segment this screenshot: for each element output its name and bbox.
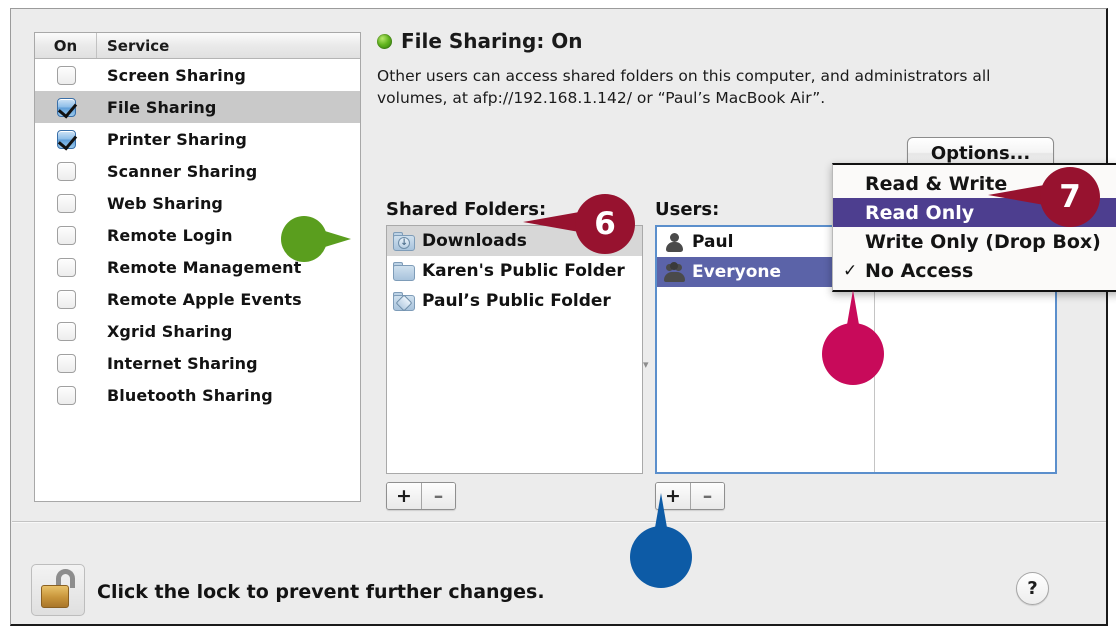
menu-item-label: Read & Write [865,172,1008,195]
menu-item-label: Read Only [865,201,975,224]
checkbox-unchecked-icon[interactable] [56,225,76,245]
service-checkbox-cell[interactable] [35,129,97,149]
service-row[interactable]: Xgrid Sharing [35,315,360,347]
shared-folder-name: Karen's Public Folder [422,261,625,281]
menu-item-write-only-drop-box[interactable]: Write Only (Drop Box) [833,227,1116,256]
callout-blue-pointer [630,493,692,588]
service-checkbox-cell[interactable] [35,65,97,85]
service-checkbox-cell[interactable] [35,257,97,277]
service-name-label: Remote Apple Events [107,289,302,309]
service-row[interactable]: Web Sharing [35,187,360,219]
service-row[interactable]: Scanner Sharing [35,155,360,187]
public-folder-icon [393,291,415,311]
callout-6-label: 6 [575,194,635,254]
downloads-folder-icon: ↓ [393,231,415,251]
users-label: Users: [655,199,720,220]
service-row[interactable]: Bluetooth Sharing [35,379,360,411]
checkbox-checked-icon[interactable] [56,97,76,117]
callout-green-tail [315,228,351,250]
service-checkbox-cell[interactable] [35,225,97,245]
service-description: Other users can access shared folders on… [377,67,991,107]
services-table: On Service Screen Sharing File Sharing Pri… [34,32,361,502]
callout-pink-pointer [822,290,884,385]
status-title: File Sharing: On [401,29,583,53]
callout-step-7: 7 [988,167,1103,227]
menu-item-no-access[interactable]: ✓ No Access [833,256,1116,285]
shared-folder-name: Paul’s Public Folder [422,291,611,311]
service-name-label: File Sharing [107,97,217,117]
service-checkbox-cell[interactable] [35,321,97,341]
sharing-preferences-window: On Service Screen Sharing File Sharing Pri… [10,8,1108,626]
help-button[interactable]: ? [1016,572,1049,605]
checkbox-unchecked-icon[interactable] [56,257,76,277]
checkbox-unchecked-icon[interactable] [56,65,76,85]
user-icon [663,232,685,252]
group-icon [663,262,685,282]
callout-green-arrow [281,216,351,262]
checkbox-unchecked-icon[interactable] [56,289,76,309]
service-name-label: Web Sharing [107,193,223,213]
service-name-label: Internet Sharing [107,353,258,373]
service-checkbox-cell[interactable] [35,385,97,405]
green-led-icon [377,33,392,49]
service-checkbox-cell[interactable] [35,353,97,373]
service-row[interactable]: Printer Sharing [35,123,360,155]
column-header-service: Service [107,36,170,55]
shared-folder-name: Downloads [422,231,527,251]
checkbox-unchecked-icon[interactable] [56,353,76,373]
shared-folders-scroll-indicator[interactable]: ▾ [643,359,651,370]
callout-step-6: 6 [523,194,638,254]
checkbox-unchecked-icon[interactable] [56,193,76,213]
menu-item-label: Write Only (Drop Box) [865,230,1101,253]
padlock-body [41,585,69,608]
service-name-label: Xgrid Sharing [107,321,233,341]
service-name-label: Scanner Sharing [107,161,258,181]
shared-folders-add-remove-buttons[interactable]: + – [386,482,456,510]
checkbox-unchecked-icon[interactable] [56,321,76,341]
folder-icon [393,261,415,281]
service-detail-panel: File Sharing: On Other users can access … [377,29,1077,510]
checkbox-unchecked-icon[interactable] [56,385,76,405]
checkbox-checked-icon[interactable] [56,129,76,149]
services-table-header: On Service [35,33,360,59]
user-name: Paul [692,232,734,252]
service-checkbox-cell[interactable] [35,161,97,181]
column-header-on: On [35,33,97,58]
service-name-label: Bluetooth Sharing [107,385,273,405]
service-name-label: Screen Sharing [107,65,246,85]
users-remove-button[interactable]: – [690,483,724,509]
service-name-label: Printer Sharing [107,129,247,149]
menu-item-check-icon: ✓ [843,260,858,281]
service-checkbox-cell[interactable] [35,97,97,117]
service-checkbox-cell[interactable] [35,289,97,309]
service-row[interactable]: Remote Apple Events [35,283,360,315]
callout-blue-ball [630,526,692,588]
menu-item-label: No Access [865,259,974,282]
user-name: Everyone [692,262,782,282]
service-checkbox-cell[interactable] [35,193,97,213]
callout-7-label: 7 [1040,167,1100,227]
shared-folder-row[interactable]: Paul’s Public Folder [387,286,642,316]
service-row[interactable]: Screen Sharing [35,59,360,91]
shared-folders-list[interactable]: ↓ Downloads Karen's Public Folder Paul’s Pu… [386,225,643,474]
checkbox-unchecked-icon[interactable] [56,161,76,181]
shared-folders-remove-button[interactable]: – [421,483,455,509]
footer-divider-highlight [12,522,1106,523]
shared-folder-row[interactable]: Karen's Public Folder [387,256,642,286]
shared-folders-add-button[interactable]: + [387,483,421,509]
callout-pink-ball [822,323,884,385]
service-row[interactable]: Internet Sharing [35,347,360,379]
open-padlock-icon[interactable] [31,564,85,616]
service-row[interactable]: File Sharing [35,91,360,123]
file-sharing-status: File Sharing: On [377,29,1077,53]
lock-hint-text: Click the lock to prevent further change… [97,581,545,603]
